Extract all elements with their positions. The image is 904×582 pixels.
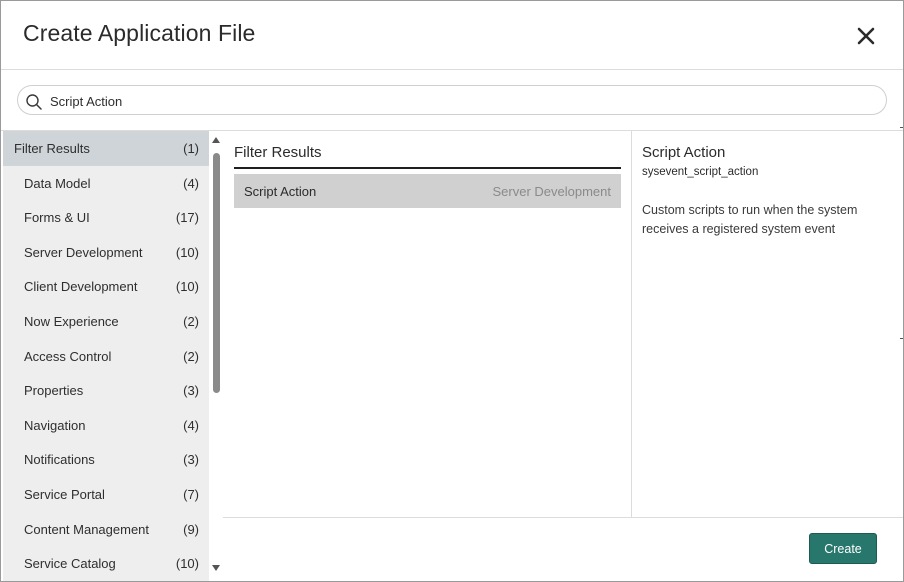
- sidebar-item-label: Notifications: [24, 452, 95, 468]
- sidebar-item-data-model[interactable]: Data Model (4): [3, 166, 209, 201]
- search-field[interactable]: [17, 85, 887, 115]
- dialog-title: Create Application File: [23, 20, 256, 46]
- sidebar-item-forms-ui[interactable]: Forms & UI (17): [3, 200, 209, 235]
- sidebar-item-count: (3): [183, 383, 199, 399]
- results-divider: [234, 167, 621, 169]
- scroll-up-arrow-icon[interactable]: [212, 137, 220, 143]
- sidebar-item-server-development[interactable]: Server Development (10): [3, 235, 209, 270]
- sidebar-item-count: (9): [183, 521, 199, 537]
- panel-divider: [631, 131, 632, 517]
- detail-description: Custom scripts to run when the system re…: [642, 203, 858, 236]
- category-sidebar: Filter Results (1) Data Model (4) Forms & UI…: [3, 131, 209, 581]
- sidebar-item-count: (10): [175, 556, 199, 572]
- search-input[interactable]: [48, 90, 872, 112]
- sidebar-item-label: Server Development: [24, 244, 143, 260]
- sidebar-item-label: Forms & UI: [24, 210, 90, 226]
- results-panel: Filter Results Script Action Server Deve…: [223, 131, 631, 517]
- footer-divider: [223, 517, 903, 518]
- sidebar-item-count: (1): [183, 141, 199, 156]
- sidebar-item-access-control[interactable]: Access Control (2): [3, 339, 209, 374]
- sidebar-item-label: Service Portal: [24, 486, 105, 502]
- scroll-thumb[interactable]: [213, 153, 220, 393]
- create-application-file-dialog: Create Application File Filter Results (1…: [0, 0, 904, 582]
- detail-title: Script Action: [642, 144, 726, 161]
- sidebar-item-count: (10): [175, 244, 199, 260]
- sidebar-item-count: (3): [183, 452, 199, 468]
- sidebar-item-content-management[interactable]: Content Management (9): [3, 512, 209, 547]
- sidebar-item-now-experience[interactable]: Now Experience (2): [3, 304, 209, 339]
- sidebar-item-label: Now Experience: [24, 313, 119, 329]
- sidebar-item-label: Data Model: [24, 175, 91, 191]
- sidebar-item-count: (7): [183, 486, 199, 502]
- sidebar-item-label: Filter Results: [14, 141, 90, 156]
- sidebar-item-count: (10): [175, 279, 199, 295]
- edge-mark: [900, 338, 903, 339]
- result-name: Script Action: [244, 184, 317, 199]
- sidebar-item-label: Properties: [24, 383, 84, 399]
- sidebar-item-label: Access Control: [24, 348, 112, 364]
- detail-panel: Script Action sysevent_script_action Cus…: [642, 144, 892, 239]
- detail-table-name: sysevent_script_action: [642, 166, 759, 178]
- create-button[interactable]: Create: [809, 533, 877, 564]
- close-icon[interactable]: [855, 25, 877, 47]
- sidebar-item-count: (17): [175, 210, 199, 226]
- sidebar-item-count: (2): [183, 313, 199, 329]
- results-title: Filter Results: [234, 144, 322, 161]
- sidebar-item-label: Content Management: [24, 521, 150, 537]
- sidebar-item-service-catalog[interactable]: Service Catalog (10): [3, 546, 209, 581]
- sidebar-item-service-portal[interactable]: Service Portal (7): [3, 477, 209, 512]
- sidebar-item-filter-results[interactable]: Filter Results (1): [3, 131, 209, 166]
- sidebar-item-label: Navigation: [24, 417, 86, 433]
- dialog-header: Create Application File: [1, 1, 903, 70]
- sidebar-item-properties[interactable]: Properties (3): [3, 373, 209, 408]
- sidebar-item-count: (4): [183, 175, 199, 191]
- sidebar-item-client-development[interactable]: Client Development (10): [3, 269, 209, 304]
- sidebar-item-count: (2): [183, 348, 199, 364]
- sidebar-scrollbar[interactable]: [209, 131, 223, 581]
- scroll-down-arrow-icon[interactable]: [212, 565, 220, 571]
- result-category: Server Development: [492, 184, 612, 199]
- sidebar-item-count: (4): [183, 417, 199, 433]
- search-icon: [25, 93, 43, 111]
- sidebar-item-label: Client Development: [24, 279, 138, 295]
- sidebar-item-notifications[interactable]: Notifications (3): [3, 442, 209, 477]
- edge-mark: [900, 127, 903, 128]
- result-row[interactable]: Script Action Server Development: [234, 174, 621, 208]
- sidebar-item-label: Service Catalog: [24, 556, 116, 572]
- sidebar-item-navigation[interactable]: Navigation (4): [3, 408, 209, 443]
